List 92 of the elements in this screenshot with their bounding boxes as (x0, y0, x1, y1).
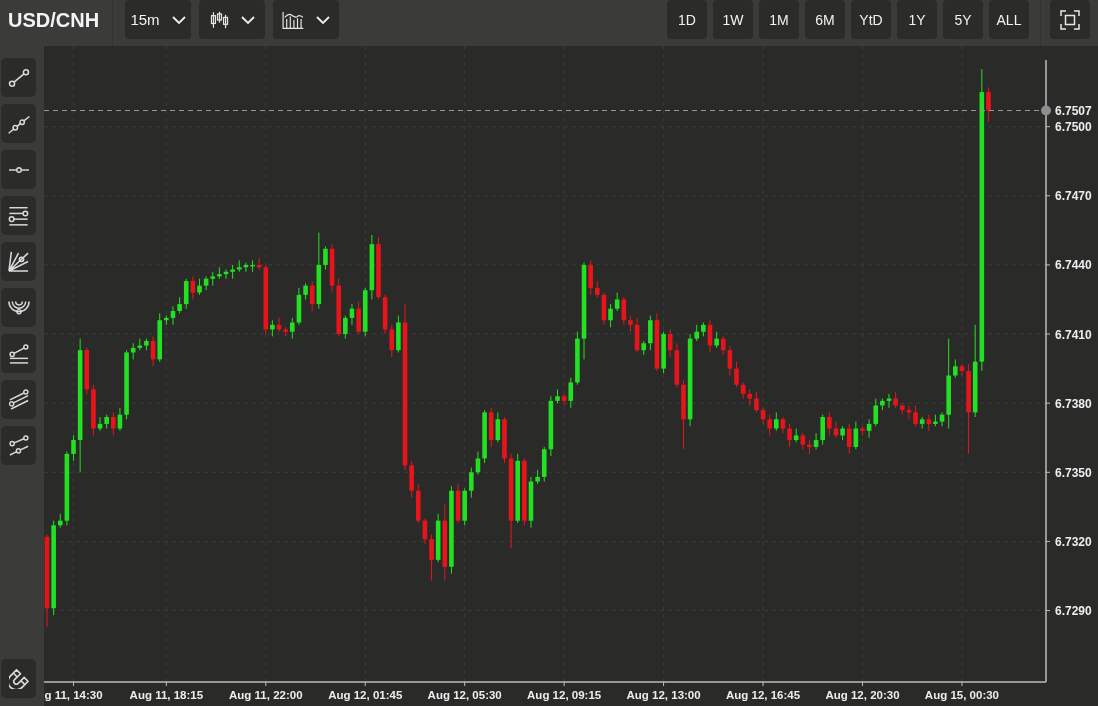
last-price-label: 6.7507 (1055, 104, 1092, 118)
candlestick (648, 315, 653, 351)
horizontal-line-icon (7, 166, 30, 173)
candlestick (953, 358, 958, 379)
fan-lines-button[interactable] (1, 242, 36, 281)
candlestick (846, 423, 852, 455)
candlestick (111, 411, 116, 436)
range-button[interactable]: ALL (989, 0, 1029, 39)
candlestick (767, 414, 772, 436)
horizontal-lines-icon (8, 205, 29, 226)
price-label: 6.7440 (1055, 258, 1092, 273)
candlestick (183, 278, 189, 310)
caret-icon (316, 15, 330, 24)
candlestick (774, 411, 779, 432)
candlestick (469, 467, 474, 499)
range-button[interactable]: 1D (667, 0, 707, 39)
price-label: 6.7320 (1055, 534, 1092, 549)
time-label: Aug 12, 09:15 (527, 689, 602, 701)
candlestick (959, 363, 965, 377)
candlestick (323, 245, 328, 271)
candlestick (290, 317, 295, 340)
range-button[interactable]: 1M (759, 0, 799, 39)
price-label: 6.7350 (1055, 465, 1092, 480)
bar-chart-icon (282, 10, 304, 29)
horizontal-lines-button[interactable] (1, 196, 36, 235)
fullscreen-icon (1060, 9, 1080, 30)
magnet-button[interactable] (1, 659, 36, 698)
line-segments-button[interactable] (1, 426, 36, 465)
candlestick (827, 411, 832, 436)
price-label: 6.7410 (1055, 327, 1092, 342)
level-lines-button[interactable] (1, 334, 36, 373)
fullscreen-button[interactable] (1050, 0, 1090, 39)
candlestick (720, 335, 726, 356)
candlestick (97, 416, 103, 432)
candle-type-dropdown[interactable] (199, 0, 265, 39)
range-button[interactable]: 1W (713, 0, 753, 39)
candlestick (614, 292, 620, 312)
candlestick (343, 315, 348, 340)
diagonal-lines-button[interactable] (1, 380, 36, 419)
price-label: 6.7500 (1055, 120, 1092, 135)
time-label: Aug 15, 00:30 (924, 689, 999, 701)
time-label: Aug 12, 01:45 (328, 689, 403, 701)
candlestick (389, 324, 395, 358)
caret-icon (240, 15, 255, 24)
range-button[interactable]: 6M (805, 0, 845, 39)
diagonal-lines-icon (8, 389, 29, 410)
range-button[interactable]: 1Y (897, 0, 937, 39)
symbol-title: USD/CNH (8, 8, 100, 32)
time-label: Aug 12, 16:45 (725, 689, 801, 701)
horizontal-line-button[interactable] (1, 150, 36, 189)
candlestick (754, 391, 759, 413)
candlestick (588, 259, 593, 296)
arcs-icon (7, 300, 30, 315)
candlestick (734, 361, 739, 388)
candlestick (820, 414, 826, 446)
caret-icon (171, 15, 186, 24)
candlestick (913, 404, 918, 427)
magnet-icon (8, 668, 29, 689)
candlestick (309, 280, 315, 312)
candlestick (561, 393, 567, 406)
candlestick (873, 398, 879, 427)
price-label: 6.7290 (1055, 604, 1092, 619)
range-button[interactable]: 5Y (943, 0, 983, 39)
candlestick-icon (209, 10, 229, 29)
line-segments-icon (8, 435, 29, 456)
price-marker-icon (1041, 105, 1051, 116)
candlestick (71, 434, 76, 462)
candlestick (608, 303, 613, 328)
time-label: Aug 12, 05:30 (427, 689, 502, 701)
fan-lines-icon (8, 251, 29, 272)
extended-line-button[interactable] (1, 104, 36, 143)
trend-line-icon (7, 66, 30, 89)
arcs-button[interactable] (1, 288, 36, 327)
trend-line-button[interactable] (1, 58, 36, 97)
time-label: g 11, 14:30 (44, 689, 103, 701)
candlestick (568, 377, 574, 409)
candlestick (787, 423, 792, 448)
price-label: 6.7380 (1055, 396, 1092, 411)
level-lines-icon (8, 343, 29, 364)
time-label: Aug 11, 18:15 (129, 689, 204, 701)
chart-style-dropdown[interactable] (273, 0, 339, 39)
range-button[interactable]: YtD (851, 0, 891, 39)
candlestick (429, 534, 434, 582)
candlestick (190, 275, 196, 300)
time-label: Aug 11, 22:00 (229, 689, 303, 701)
candlestick (667, 328, 673, 358)
candlestick (986, 86, 991, 123)
price-label: 6.7470 (1055, 189, 1092, 204)
time-label: Aug 12, 13:00 (626, 689, 701, 701)
interval-dropdown[interactable]: 15m (125, 0, 191, 39)
candlestick (356, 301, 361, 335)
time-label: Aug 12, 20:30 (825, 689, 900, 701)
